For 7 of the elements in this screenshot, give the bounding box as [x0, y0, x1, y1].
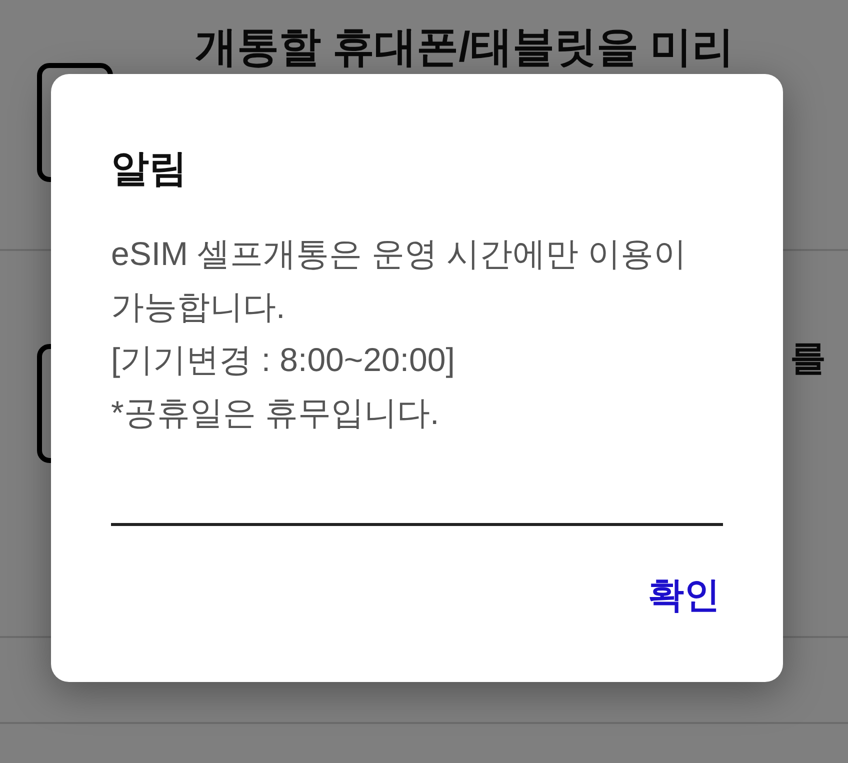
confirm-button[interactable]: 확인: [645, 573, 723, 617]
list-item-title: 를: [790, 337, 826, 379]
dialog-title: 알림: [111, 147, 188, 191]
dialog-message: *공휴일은 휴무입니다.: [111, 393, 440, 433]
dialog-message: [기기변경 : 8:00~20:00]: [111, 340, 456, 380]
dialog-message: eSIM 셀프개통은 운영 시간에만 이용이 가능합니다.: [111, 234, 688, 327]
list-item-title: 개통할 휴대폰/태블릿을 미리: [195, 24, 734, 70]
